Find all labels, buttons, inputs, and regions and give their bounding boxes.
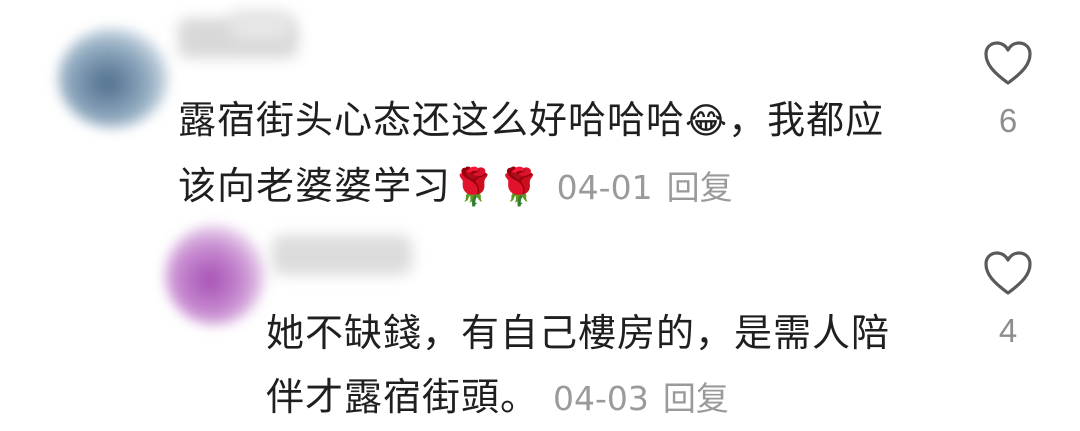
comment-text: 露宿街头心态还这么好哈哈哈😂，我都应 该向老婆婆学习🌹🌹 04-01 回复: [178, 88, 938, 220]
rose-emoji-icon: 🌹: [451, 167, 497, 208]
heart-outline-icon[interactable]: [983, 250, 1033, 296]
like-count: 4: [998, 312, 1018, 349]
comment-date: 04-01: [556, 168, 653, 207]
laughing-emoji-icon: 😂: [685, 101, 729, 142]
reply-button[interactable]: 回复: [663, 379, 729, 418]
comment-line: 她不缺錢，有自己樓房的，是需人陪: [266, 311, 891, 355]
avatar[interactable]: [58, 28, 168, 128]
username-extra: [230, 10, 290, 40]
like-button[interactable]: 4: [978, 250, 1038, 350]
comment-date: 04-03: [553, 379, 649, 418]
comment-item: 露宿街头心态还这么好哈哈哈😂，我都应 该向老婆婆学习🌹🌹 04-01 回复 6: [0, 0, 1080, 215]
heart-outline-icon[interactable]: [983, 40, 1033, 86]
comment-line: ，我都应: [728, 98, 885, 142]
comment-text: 她不缺錢，有自己樓房的，是需人陪 伴才露宿街頭。 04-03 回复: [266, 301, 946, 431]
like-button[interactable]: 6: [978, 40, 1038, 140]
rose-emoji-icon: 🌹: [496, 167, 543, 208]
comment-line: 伴才露宿街頭。: [266, 375, 540, 419]
reply-button[interactable]: 回复: [667, 168, 733, 207]
username[interactable]: [272, 235, 412, 275]
comment-item: 她不缺錢，有自己樓房的，是需人陪 伴才露宿街頭。 04-03 回复 4: [0, 215, 1080, 426]
comment-line: 该向老婆婆学习: [178, 164, 452, 208]
like-count: 6: [998, 102, 1018, 139]
comment-line: 露宿街头心态还这么好哈哈哈: [178, 98, 686, 142]
avatar[interactable]: [165, 225, 265, 325]
